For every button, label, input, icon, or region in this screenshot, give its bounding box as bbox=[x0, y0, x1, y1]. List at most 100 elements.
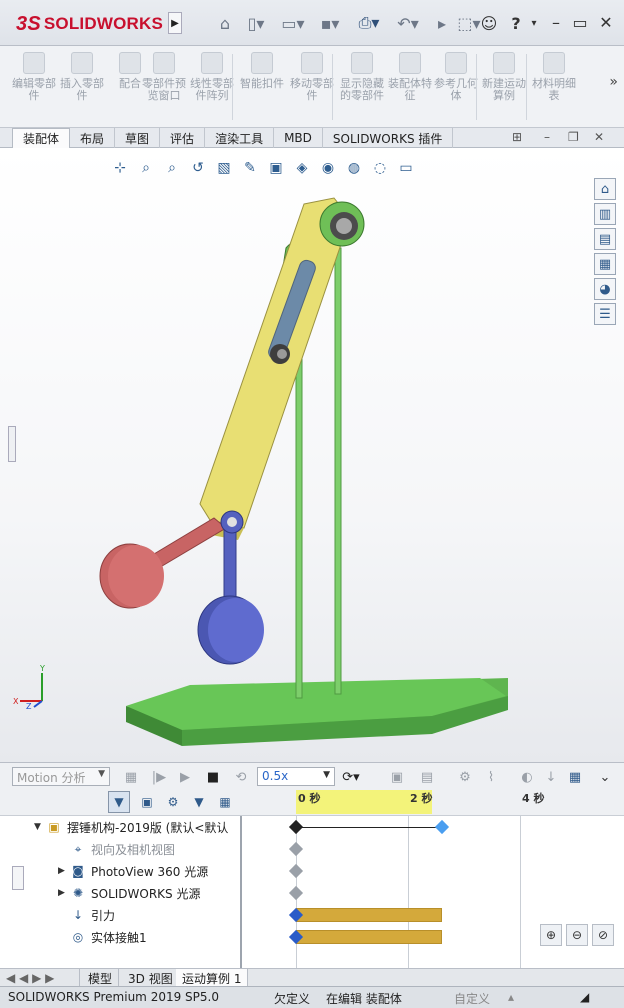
timeline-key-point[interactable] bbox=[434, 819, 449, 835]
yellow-swing-arm[interactable] bbox=[199, 197, 351, 540]
new-file-icon[interactable]: ▯▾ bbox=[242, 12, 270, 34]
ribbon-button-5[interactable]: 智能扣件 bbox=[238, 50, 286, 124]
bottom-joint[interactable] bbox=[220, 510, 244, 534]
redo-icon[interactable]: ▸ bbox=[432, 12, 452, 34]
select-icon[interactable]: ⬚▾ bbox=[457, 12, 480, 34]
menu-flyout-arrow-icon[interactable]: ▶ bbox=[168, 12, 182, 34]
tree-row[interactable]: ⌖ 视向及相机视图 bbox=[58, 838, 175, 860]
motor-icon[interactable]: ⚙ bbox=[456, 768, 474, 786]
document-tab-0[interactable]: 模型 bbox=[82, 969, 120, 987]
top-pivot[interactable] bbox=[319, 201, 365, 247]
ribbon-button-8[interactable]: 装配体特征 bbox=[386, 50, 434, 124]
filter-custom-icon[interactable]: ▦ bbox=[214, 791, 236, 813]
play-icon[interactable]: ▶ bbox=[176, 768, 194, 786]
tab-3[interactable]: 评估 bbox=[160, 128, 206, 148]
tab-0[interactable]: 装配体 bbox=[12, 128, 71, 148]
doc-close-icon[interactable]: ✕ bbox=[594, 130, 604, 144]
filter-results-icon[interactable]: ▼ bbox=[188, 791, 210, 813]
tab-1[interactable]: 布局 bbox=[70, 128, 116, 148]
ribbon-button-4[interactable]: 线性零部件阵列 bbox=[188, 50, 236, 124]
play-from-start-icon[interactable]: |▶ bbox=[150, 768, 168, 786]
tab-5[interactable]: MBD bbox=[274, 128, 323, 148]
red-pendulum[interactable] bbox=[99, 517, 227, 609]
results-icon[interactable]: ▦ bbox=[566, 768, 584, 786]
collapse-icon[interactable]: ⌄ bbox=[596, 768, 614, 786]
maximize-icon[interactable]: ▭ bbox=[568, 10, 592, 34]
ribbon-button-10[interactable]: 新建运动算例 bbox=[480, 50, 528, 124]
doc-minimize-icon[interactable]: – bbox=[544, 130, 550, 144]
motion-timeline[interactable]: 0 秒 2 秒 4 秒 ⊕ ⊖ ⊘ bbox=[244, 788, 624, 968]
timeline-bar[interactable] bbox=[296, 908, 442, 922]
zoom-fit-timeline-icon[interactable]: ⊘ bbox=[592, 924, 614, 946]
ribbon-more-icon[interactable]: » bbox=[609, 74, 618, 90]
middle-pin[interactable] bbox=[270, 344, 290, 364]
tab-6[interactable]: SOLIDWORKS 插件 bbox=[323, 128, 454, 148]
filter-selected-icon[interactable]: ⚙ bbox=[162, 791, 184, 813]
document-tab-1[interactable]: 3D 视图 bbox=[122, 969, 180, 987]
tab-scroll-arrows-icon[interactable]: ◀ ◀ ▶ ▶ bbox=[0, 969, 80, 987]
home-icon[interactable]: ⌂ bbox=[214, 12, 236, 34]
tree-row[interactable]: ▶ ◙ PhotoView 360 光源 bbox=[58, 860, 208, 882]
timeline-key-point[interactable] bbox=[288, 863, 304, 879]
stop-icon[interactable]: ■ bbox=[204, 768, 222, 786]
pin-icon[interactable]: ⊞ bbox=[512, 130, 522, 144]
custom-properties-icon[interactable]: ☰ bbox=[594, 303, 616, 325]
tree-collapse-handle[interactable] bbox=[12, 866, 24, 890]
close-icon[interactable]: ✕ bbox=[594, 10, 618, 34]
open-file-icon[interactable]: ▭▾ bbox=[278, 12, 308, 34]
tree-expander-icon[interactable]: ▶ bbox=[58, 888, 70, 898]
zoom-in-timeline-icon[interactable]: ⊕ bbox=[540, 924, 562, 946]
tree-row[interactable]: ▶ ✺ SOLIDWORKS 光源 bbox=[58, 882, 200, 904]
solidworks-resources-icon[interactable]: ⌂ bbox=[594, 178, 616, 200]
undo-icon[interactable]: ↶▾ bbox=[394, 12, 422, 34]
calculate-icon[interactable]: ▦ bbox=[122, 768, 140, 786]
tree-row[interactable]: ◎ 实体接触1 bbox=[58, 926, 147, 948]
appearances-icon[interactable]: ◕ bbox=[594, 278, 616, 300]
document-tab-2[interactable]: 运动算例 1 bbox=[176, 969, 249, 987]
tab-2[interactable]: 草图 bbox=[115, 128, 161, 148]
view-palette-icon[interactable]: ▦ bbox=[594, 253, 616, 275]
help-dropdown-icon[interactable]: ▾ bbox=[528, 12, 540, 34]
tree-row[interactable]: ↓ 引力 bbox=[58, 904, 115, 926]
filter-animated-icon[interactable]: ▼ bbox=[108, 791, 130, 813]
ribbon-button-7[interactable]: 显示隐藏的零部件 bbox=[338, 50, 386, 124]
ribbon-button-6[interactable]: 移动零部件 bbox=[288, 50, 336, 124]
status-units[interactable]: 自定义 bbox=[454, 990, 490, 1007]
timeline-key-point[interactable] bbox=[288, 819, 304, 835]
zoom-out-timeline-icon[interactable]: ⊖ bbox=[566, 924, 588, 946]
doc-restore-icon[interactable]: ❐ bbox=[568, 130, 579, 144]
playback-mode-icon[interactable]: ⟲ bbox=[232, 768, 250, 786]
ribbon-button-11[interactable]: 材料明细表 bbox=[530, 50, 578, 124]
base-plate[interactable] bbox=[126, 678, 508, 746]
ribbon-button-9[interactable]: 参考几何体 bbox=[432, 50, 480, 124]
ribbon-button-0[interactable]: 编辑零部件 bbox=[10, 50, 58, 124]
blue-pendulum[interactable] bbox=[197, 527, 264, 665]
status-units-dropdown-icon[interactable]: ▴ bbox=[508, 990, 514, 1004]
loop-icon[interactable]: ⟳▾ bbox=[342, 768, 360, 786]
study-type-select[interactable]: Motion 分析 ▼ bbox=[12, 767, 110, 786]
tree-expander-icon[interactable]: ▶ bbox=[58, 866, 70, 876]
tab-4[interactable]: 渲染工具 bbox=[205, 128, 275, 148]
timeline-ruler[interactable]: 0 秒 2 秒 4 秒 bbox=[244, 788, 624, 816]
timeline-key-point[interactable] bbox=[288, 841, 304, 857]
design-library-icon[interactable]: ▥ bbox=[594, 203, 616, 225]
ribbon-button-3[interactable]: 零部件预览窗口 bbox=[140, 50, 188, 124]
solidworks-logo[interactable]: 3S SOLIDWORKS bbox=[16, 10, 163, 38]
timeline-bar[interactable] bbox=[296, 930, 442, 944]
save-icon[interactable]: ▪▾ bbox=[318, 12, 342, 34]
animation-wizard-icon[interactable]: ▤ bbox=[418, 768, 436, 786]
tree-expander-icon[interactable]: ▼ bbox=[34, 822, 46, 832]
timeline-key-point[interactable] bbox=[288, 885, 304, 901]
ribbon-button-1[interactable]: 插入零部件 bbox=[58, 50, 106, 124]
user-icon[interactable]: ☺ bbox=[481, 12, 498, 34]
gravity-icon[interactable]: ↓ bbox=[542, 768, 560, 786]
help-icon[interactable]: ? bbox=[506, 12, 526, 34]
feature-tree-flyout-handle[interactable] bbox=[8, 426, 16, 462]
contact-icon[interactable]: ◐ bbox=[518, 768, 536, 786]
filter-driving-icon[interactable]: ▣ bbox=[136, 791, 158, 813]
print-icon[interactable]: ⎙▾ bbox=[356, 12, 382, 34]
spring-icon[interactable]: ⌇ bbox=[482, 768, 500, 786]
playback-speed-select[interactable]: 0.5x ▼ bbox=[257, 767, 335, 786]
save-animation-icon[interactable]: ▣ bbox=[388, 768, 406, 786]
tree-row[interactable]: ▼ ▣ 摆锤机构-2019版 (默认<默认 bbox=[34, 816, 228, 838]
